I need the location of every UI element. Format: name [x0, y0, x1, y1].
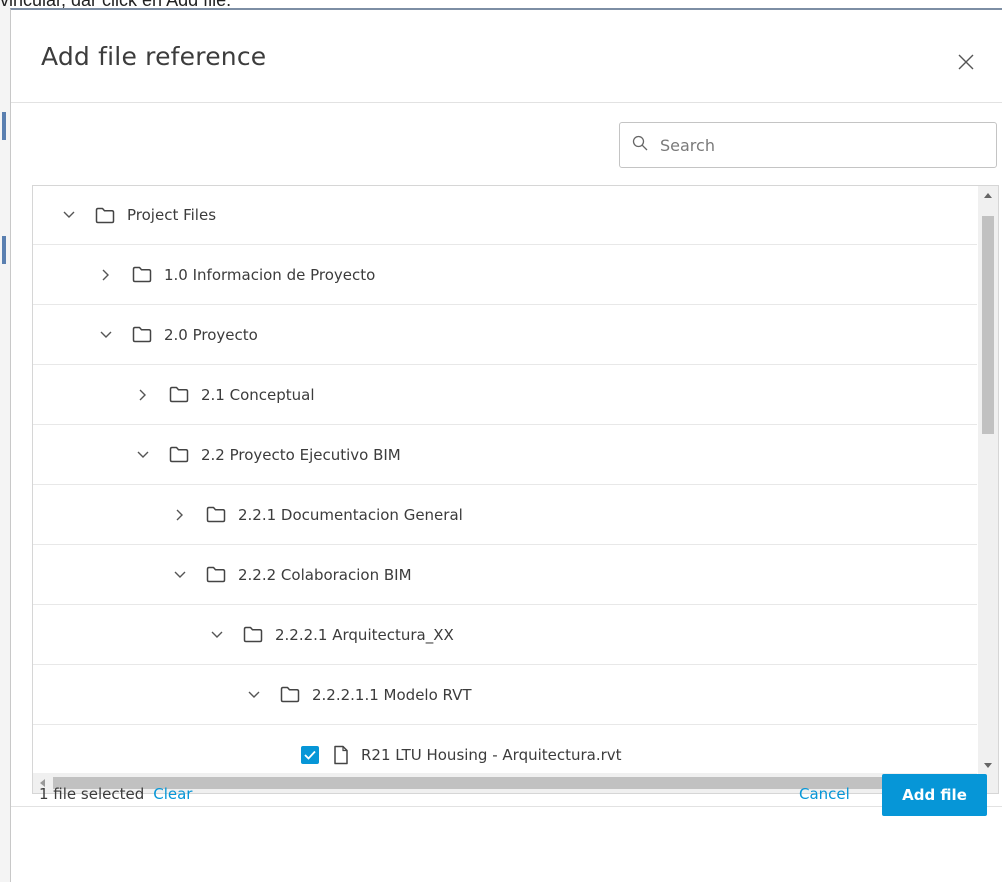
search-box[interactable]: [619, 122, 997, 168]
cancel-button[interactable]: Cancel: [787, 776, 862, 812]
folder-icon: [95, 207, 115, 224]
selected-count: 1 file selected: [39, 785, 145, 803]
add-file-button[interactable]: Add file: [882, 774, 987, 816]
tree-folder-row[interactable]: 2.2.1 Documentacion General: [33, 485, 977, 545]
file-tree: Project Files 1.0 Informacion de Proyecto…: [32, 185, 999, 794]
background-mark: [2, 112, 6, 140]
folder-icon: [169, 446, 189, 463]
tree-item-label: 2.1 Conceptual: [201, 385, 315, 404]
folder-icon: [132, 266, 152, 283]
tree-item-label: 2.2.2.1.1 Modelo RVT: [312, 685, 472, 704]
tree-folder-row[interactable]: 2.2.2 Colaboracion BIM: [33, 545, 977, 605]
background-mark: [2, 236, 6, 264]
chevron-down-icon[interactable]: [207, 625, 227, 645]
folder-icon: [206, 566, 226, 583]
file-icon: [333, 745, 349, 765]
close-button[interactable]: [952, 50, 980, 78]
tree-item-label: Project Files: [127, 206, 217, 224]
vertical-scroll-thumb[interactable]: [982, 216, 994, 434]
chevron-down-icon[interactable]: [96, 325, 116, 345]
header-divider: [11, 102, 1002, 103]
clear-link[interactable]: Clear: [153, 785, 192, 803]
folder-icon: [132, 326, 152, 343]
folder-icon: [243, 626, 263, 643]
close-icon: [958, 54, 974, 74]
tree-item-label: 2.2 Proyecto Ejecutivo BIM: [201, 445, 401, 464]
tree-item-label: 2.2.2.1 Arquitectura_XX: [275, 625, 454, 644]
tree-item-label: 2.2.2 Colaboracion BIM: [238, 565, 412, 584]
chevron-down-icon[interactable]: [170, 565, 190, 585]
tree-folder-row[interactable]: 1.0 Informacion de Proyecto: [33, 245, 977, 305]
chevron-right-icon[interactable]: [96, 265, 116, 285]
folder-icon: [280, 686, 300, 703]
chevron-down-icon[interactable]: [244, 685, 264, 705]
file-checkbox[interactable]: [301, 745, 319, 764]
add-file-reference-dialog: Add file reference Project Files 1.0 Info…: [10, 8, 1002, 882]
tree-folder-row[interactable]: 2.2.2.1 Arquitectura_XX: [33, 605, 977, 665]
selection-status: 1 file selected Clear: [39, 784, 192, 804]
scroll-up-arrow[interactable]: [978, 186, 998, 204]
tree-rows: Project Files 1.0 Informacion de Proyecto…: [33, 186, 977, 785]
folder-icon: [169, 386, 189, 403]
folder-icon: [206, 506, 226, 523]
tree-folder-row[interactable]: 2.2.2.1.1 Modelo RVT: [33, 665, 977, 725]
chevron-down-icon[interactable]: [59, 205, 79, 225]
dialog-title: Add file reference: [41, 42, 267, 71]
tree-item-label: 2.2.1 Documentacion General: [238, 505, 463, 524]
tree-item-label: 1.0 Informacion de Proyecto: [164, 265, 376, 284]
scroll-down-arrow[interactable]: [978, 756, 998, 774]
tree-folder-row[interactable]: 2.0 Proyecto: [33, 305, 977, 365]
background-strip: [0, 0, 10, 882]
search-input[interactable]: [658, 134, 962, 156]
chevron-down-icon[interactable]: [133, 445, 153, 465]
chevron-right-icon[interactable]: [133, 385, 153, 405]
tree-folder-row[interactable]: 2.2 Proyecto Ejecutivo BIM: [33, 425, 977, 485]
tree-folder-row[interactable]: 2.1 Conceptual: [33, 365, 977, 425]
chevron-right-icon[interactable]: [170, 505, 190, 525]
vertical-scrollbar[interactable]: [978, 186, 998, 774]
tree-folder-row[interactable]: Project Files: [33, 186, 977, 245]
search-icon: [632, 135, 648, 155]
tree-item-label: 2.0 Proyecto: [164, 325, 258, 344]
tree-item-label: R21 LTU Housing - Arquitectura.rvt: [361, 745, 622, 764]
